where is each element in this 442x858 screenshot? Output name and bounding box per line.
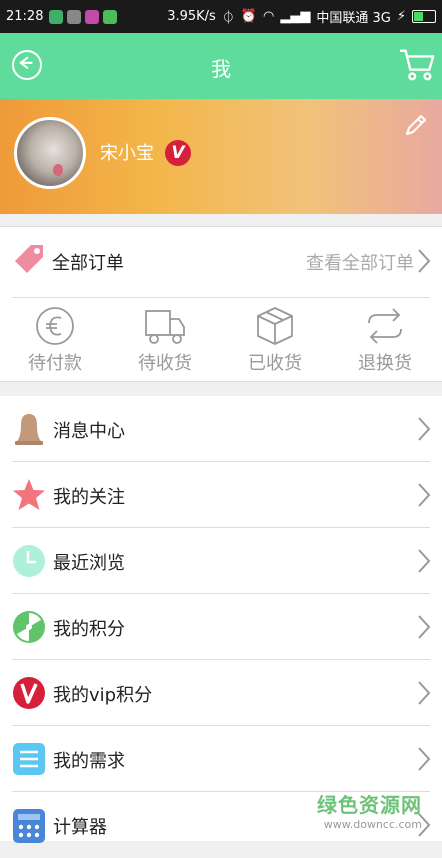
orders-section: 全部订单 查看全部订单 待付款 待收货 已收货 退换货 [0, 226, 442, 382]
carrier-label: 中国联通 3G [316, 11, 391, 26]
username: 宋小宝 [100, 143, 154, 164]
watermark-url: www.downcc.com [323, 818, 422, 831]
chevron-right-icon [418, 615, 431, 639]
chevron-right-icon [418, 249, 431, 273]
notification-icon [67, 9, 82, 24]
order-pending-payment[interactable]: 待付款 [0, 305, 110, 375]
signal-icon: ▂▄▆ [280, 9, 311, 24]
pencil-icon[interactable] [402, 113, 428, 139]
chevron-right-icon [418, 417, 431, 441]
charging-icon: ⚡ [396, 9, 406, 24]
menu-item-vip-points[interactable]: 我的vip积分 [0, 660, 442, 726]
notification-icon [85, 9, 100, 24]
list-icon [13, 743, 45, 775]
status-time: 21:28 [6, 9, 44, 24]
battery-icon [412, 10, 436, 23]
menu-item-label: 计算器 [53, 817, 107, 838]
cart-icon[interactable] [398, 45, 436, 83]
star-icon [13, 479, 45, 510]
view-all-orders-link[interactable]: 查看全部订单 [306, 249, 414, 275]
order-returns[interactable]: 退换货 [330, 305, 440, 375]
menu-item-following[interactable]: 我的关注 [0, 462, 442, 528]
order-received[interactable]: 已收货 [220, 305, 330, 375]
menu-item-messages[interactable]: 消息中心 [0, 396, 442, 462]
chevron-right-icon [418, 681, 431, 705]
notification-icon [49, 9, 64, 24]
avatar[interactable] [14, 117, 86, 189]
package-icon [257, 307, 293, 345]
order-item-label: 待付款 [28, 353, 82, 374]
profile-banner: 宋小宝 V [0, 99, 442, 214]
menu-item-label: 最近浏览 [53, 553, 125, 574]
menu-item-recent[interactable]: 最近浏览 [0, 528, 442, 594]
menu-item-label: 我的需求 [53, 751, 125, 772]
chevron-right-icon [418, 747, 431, 771]
vibrate-icon: ⏀ [221, 11, 235, 26]
watermark-title: 绿色资源网 [317, 793, 422, 817]
chevron-right-icon [418, 483, 431, 507]
menu-item-label: 我的关注 [53, 487, 125, 508]
menu-item-label: 我的积分 [53, 619, 125, 640]
all-orders-label: 全部订单 [52, 253, 124, 274]
euro-coin-icon [36, 307, 74, 345]
vip-icon [13, 677, 45, 709]
network-speed: 3.95K/s [167, 9, 216, 24]
chevron-right-icon [418, 549, 431, 573]
watermark: 绿色资源网 www.downcc.com [317, 789, 422, 831]
page-title: 我 [211, 57, 231, 81]
menu-item-points[interactable]: 我的积分 [0, 594, 442, 660]
calculator-icon [13, 809, 45, 843]
divider [12, 297, 430, 298]
menu-item-label: 消息中心 [53, 421, 125, 442]
order-item-label: 退换货 [358, 353, 412, 374]
radiation-icon [13, 611, 45, 643]
menu-list: 消息中心 我的关注 最近浏览 我的积分 我的vip积分 我的需求 计算器 绿色资… [0, 396, 442, 843]
clock-icon [13, 545, 45, 577]
notification-icon [103, 9, 118, 24]
status-bar: 21:28 3.95K/s ⏀ ⏰ ◠ ▂▄▆ 中国联通 3G ⚡ [0, 0, 442, 33]
all-orders-row[interactable]: 全部订单 查看全部订单 [0, 227, 442, 295]
wifi-icon: ◠ [263, 9, 275, 24]
vip-badge: V [165, 140, 191, 166]
exchange-arrows-icon [368, 308, 402, 344]
tag-icon [15, 245, 43, 273]
title-bar: 我 [0, 33, 442, 99]
alarm-icon: ⏰ [240, 9, 258, 24]
bell-icon [15, 414, 43, 445]
order-item-label: 待收货 [138, 353, 192, 374]
order-pending-receipt[interactable]: 待收货 [110, 305, 220, 375]
menu-item-label: 我的vip积分 [53, 685, 153, 706]
order-item-label: 已收货 [248, 353, 302, 374]
menu-item-needs[interactable]: 我的需求 [0, 726, 442, 792]
truck-icon [145, 310, 185, 344]
